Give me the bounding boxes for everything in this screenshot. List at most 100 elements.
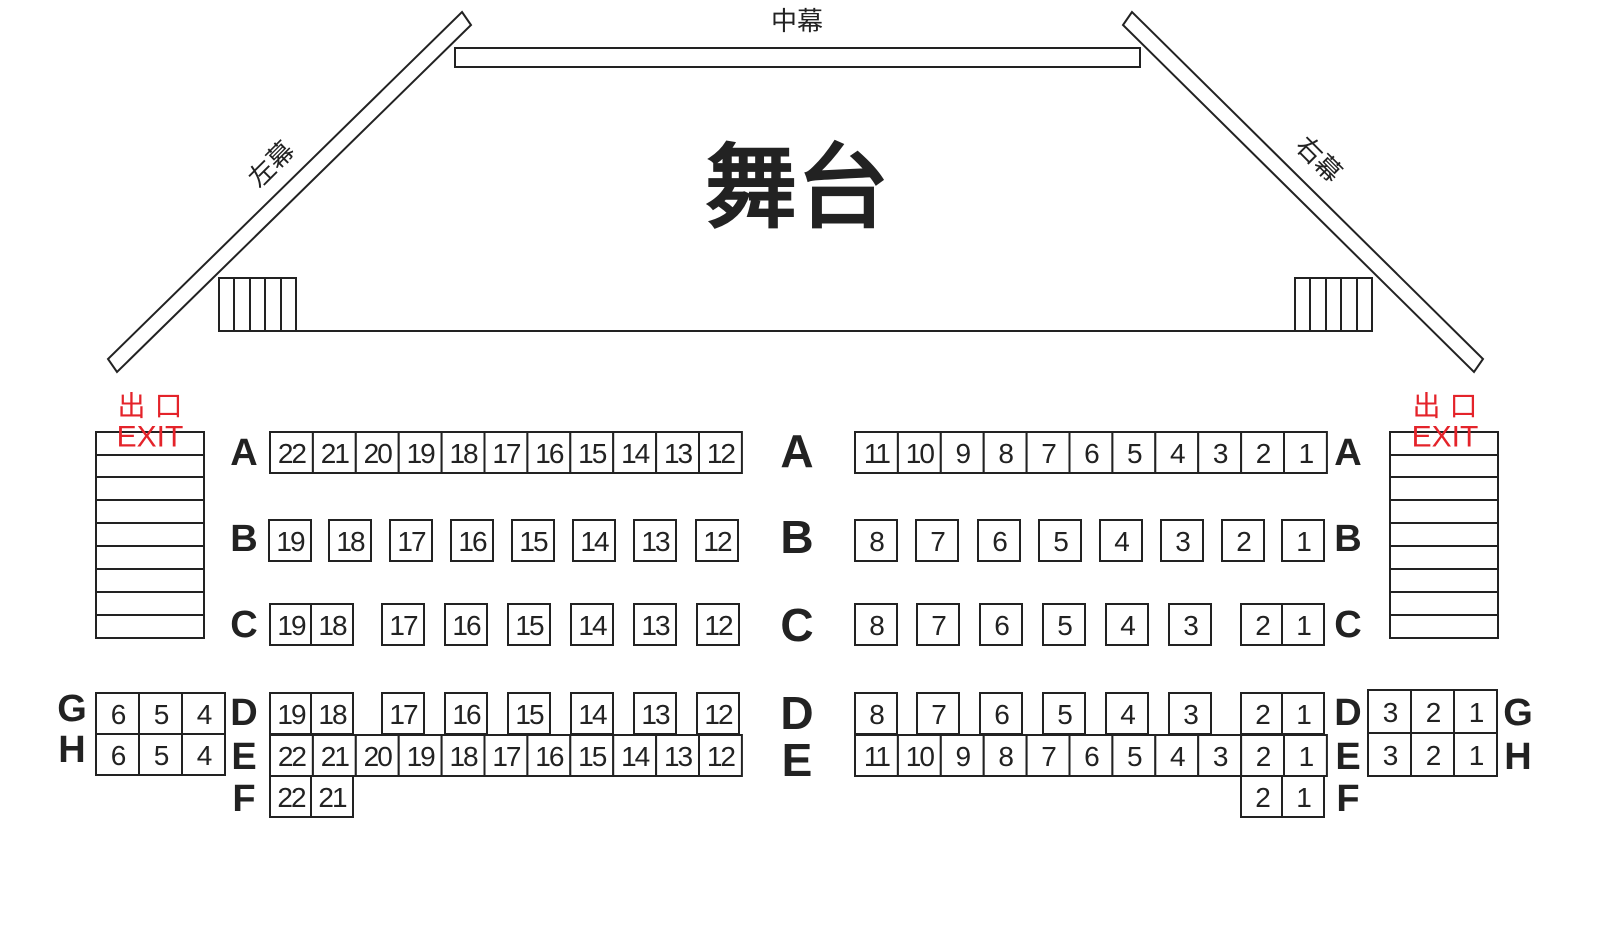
seat-right-e-5[interactable]: 5 bbox=[1111, 734, 1157, 777]
seat-left-b-18[interactable]: 18 bbox=[328, 519, 372, 562]
seat-left-a-15[interactable]: 15 bbox=[569, 431, 615, 474]
seat-right-a-11[interactable]: 11 bbox=[854, 431, 899, 474]
seat-left-c-16[interactable]: 16 bbox=[444, 603, 488, 646]
seat-left-b-13[interactable]: 13 bbox=[633, 519, 677, 562]
seat-right-d-8[interactable]: 8 bbox=[854, 692, 898, 735]
seat-right-d-3[interactable]: 3 bbox=[1168, 692, 1212, 735]
seat-left-e-19[interactable]: 19 bbox=[397, 734, 443, 777]
seat-left-e-12[interactable]: 12 bbox=[698, 734, 743, 777]
seat-side-g-right-3[interactable]: 3 bbox=[1367, 689, 1412, 734]
seat-right-d-7[interactable]: 7 bbox=[916, 692, 960, 735]
seat-right-e-7[interactable]: 7 bbox=[1025, 734, 1071, 777]
seat-left-f-21[interactable]: 21 bbox=[310, 775, 354, 818]
seat-right-a-9[interactable]: 9 bbox=[939, 431, 985, 474]
seat-left-d-19[interactable]: 19 bbox=[269, 692, 313, 735]
seat-right-d-5[interactable]: 5 bbox=[1042, 692, 1086, 735]
seat-left-c-14[interactable]: 14 bbox=[570, 603, 614, 646]
seat-left-a-18[interactable]: 18 bbox=[440, 431, 486, 474]
seat-side-g-left-6[interactable]: 6 bbox=[95, 692, 140, 735]
seat-side-h-right-1[interactable]: 1 bbox=[1453, 732, 1498, 777]
seat-right-e-4[interactable]: 4 bbox=[1154, 734, 1200, 777]
seat-left-a-16[interactable]: 16 bbox=[526, 431, 572, 474]
seat-left-d-13[interactable]: 13 bbox=[633, 692, 677, 735]
seat-right-d-4[interactable]: 4 bbox=[1105, 692, 1149, 735]
seat-right-f-1[interactable]: 1 bbox=[1281, 775, 1325, 818]
seat-left-b-19[interactable]: 19 bbox=[268, 519, 312, 562]
seat-left-e-16[interactable]: 16 bbox=[526, 734, 572, 777]
seat-left-d-12[interactable]: 12 bbox=[696, 692, 740, 735]
seat-left-d-18[interactable]: 18 bbox=[310, 692, 354, 735]
seat-right-c-2[interactable]: 2 bbox=[1240, 603, 1284, 646]
seat-left-c-12[interactable]: 12 bbox=[696, 603, 740, 646]
seat-left-b-12[interactable]: 12 bbox=[695, 519, 739, 562]
seat-right-e-10[interactable]: 10 bbox=[896, 734, 942, 777]
seat-right-e-8[interactable]: 8 bbox=[982, 734, 1028, 777]
seat-right-b-3[interactable]: 3 bbox=[1160, 519, 1204, 562]
seat-left-f-22[interactable]: 22 bbox=[269, 775, 313, 818]
seat-left-d-15[interactable]: 15 bbox=[507, 692, 551, 735]
seat-right-a-5[interactable]: 5 bbox=[1111, 431, 1157, 474]
seat-left-e-13[interactable]: 13 bbox=[655, 734, 700, 777]
seat-left-e-22[interactable]: 22 bbox=[269, 734, 314, 777]
seat-left-a-13[interactable]: 13 bbox=[655, 431, 700, 474]
seat-side-g-left-4[interactable]: 4 bbox=[181, 692, 226, 735]
seat-right-b-6[interactable]: 6 bbox=[977, 519, 1021, 562]
seat-side-g-right-2[interactable]: 2 bbox=[1410, 689, 1455, 734]
seat-right-a-10[interactable]: 10 bbox=[896, 431, 942, 474]
seat-left-d-14[interactable]: 14 bbox=[570, 692, 614, 735]
seat-right-e-2[interactable]: 2 bbox=[1240, 734, 1285, 777]
seat-right-a-7[interactable]: 7 bbox=[1025, 431, 1071, 474]
seat-side-h-left-5[interactable]: 5 bbox=[138, 733, 183, 776]
seat-right-e-9[interactable]: 9 bbox=[939, 734, 985, 777]
seat-left-c-13[interactable]: 13 bbox=[633, 603, 677, 646]
seat-left-a-19[interactable]: 19 bbox=[397, 431, 443, 474]
seat-right-c-6[interactable]: 6 bbox=[979, 603, 1023, 646]
seat-left-a-22[interactable]: 22 bbox=[269, 431, 314, 474]
seat-right-c-1[interactable]: 1 bbox=[1281, 603, 1325, 646]
seat-right-f-2[interactable]: 2 bbox=[1240, 775, 1284, 818]
seat-right-c-4[interactable]: 4 bbox=[1105, 603, 1149, 646]
seat-left-e-21[interactable]: 21 bbox=[311, 734, 357, 777]
seat-right-b-5[interactable]: 5 bbox=[1038, 519, 1082, 562]
seat-left-c-19[interactable]: 19 bbox=[269, 603, 313, 646]
seat-left-b-14[interactable]: 14 bbox=[572, 519, 616, 562]
seat-right-b-7[interactable]: 7 bbox=[915, 519, 959, 562]
seat-right-e-1[interactable]: 1 bbox=[1283, 734, 1328, 777]
seat-left-b-17[interactable]: 17 bbox=[389, 519, 433, 562]
seat-right-b-2[interactable]: 2 bbox=[1221, 519, 1265, 562]
seat-left-b-16[interactable]: 16 bbox=[450, 519, 494, 562]
seat-side-h-left-6[interactable]: 6 bbox=[95, 733, 140, 776]
seat-right-a-4[interactable]: 4 bbox=[1154, 431, 1200, 474]
seat-side-g-right-1[interactable]: 1 bbox=[1453, 689, 1498, 734]
seat-right-a-8[interactable]: 8 bbox=[982, 431, 1028, 474]
seat-side-h-right-3[interactable]: 3 bbox=[1367, 732, 1412, 777]
seat-left-e-18[interactable]: 18 bbox=[440, 734, 486, 777]
seat-left-e-14[interactable]: 14 bbox=[612, 734, 658, 777]
seat-right-e-3[interactable]: 3 bbox=[1197, 734, 1243, 777]
seat-right-d-6[interactable]: 6 bbox=[979, 692, 1023, 735]
seat-left-e-20[interactable]: 20 bbox=[354, 734, 400, 777]
seat-right-e-6[interactable]: 6 bbox=[1068, 734, 1114, 777]
seat-left-c-15[interactable]: 15 bbox=[507, 603, 551, 646]
seat-left-c-17[interactable]: 17 bbox=[381, 603, 425, 646]
seat-right-c-5[interactable]: 5 bbox=[1042, 603, 1086, 646]
seat-right-c-3[interactable]: 3 bbox=[1168, 603, 1212, 646]
seat-left-e-17[interactable]: 17 bbox=[483, 734, 529, 777]
seat-left-a-17[interactable]: 17 bbox=[483, 431, 529, 474]
seat-right-a-3[interactable]: 3 bbox=[1197, 431, 1243, 474]
seat-side-h-left-4[interactable]: 4 bbox=[181, 733, 226, 776]
seat-right-e-11[interactable]: 11 bbox=[854, 734, 899, 777]
seat-right-d-1[interactable]: 1 bbox=[1281, 692, 1325, 735]
seat-left-d-17[interactable]: 17 bbox=[381, 692, 425, 735]
seat-side-h-right-2[interactable]: 2 bbox=[1410, 732, 1455, 777]
seat-left-b-15[interactable]: 15 bbox=[511, 519, 555, 562]
seat-right-c-8[interactable]: 8 bbox=[854, 603, 898, 646]
seat-right-b-4[interactable]: 4 bbox=[1099, 519, 1143, 562]
seat-left-a-14[interactable]: 14 bbox=[612, 431, 658, 474]
seat-left-a-21[interactable]: 21 bbox=[311, 431, 357, 474]
seat-left-a-12[interactable]: 12 bbox=[698, 431, 743, 474]
seat-left-c-18[interactable]: 18 bbox=[310, 603, 354, 646]
seat-right-a-1[interactable]: 1 bbox=[1283, 431, 1328, 474]
seat-right-a-2[interactable]: 2 bbox=[1240, 431, 1285, 474]
seat-right-c-7[interactable]: 7 bbox=[916, 603, 960, 646]
